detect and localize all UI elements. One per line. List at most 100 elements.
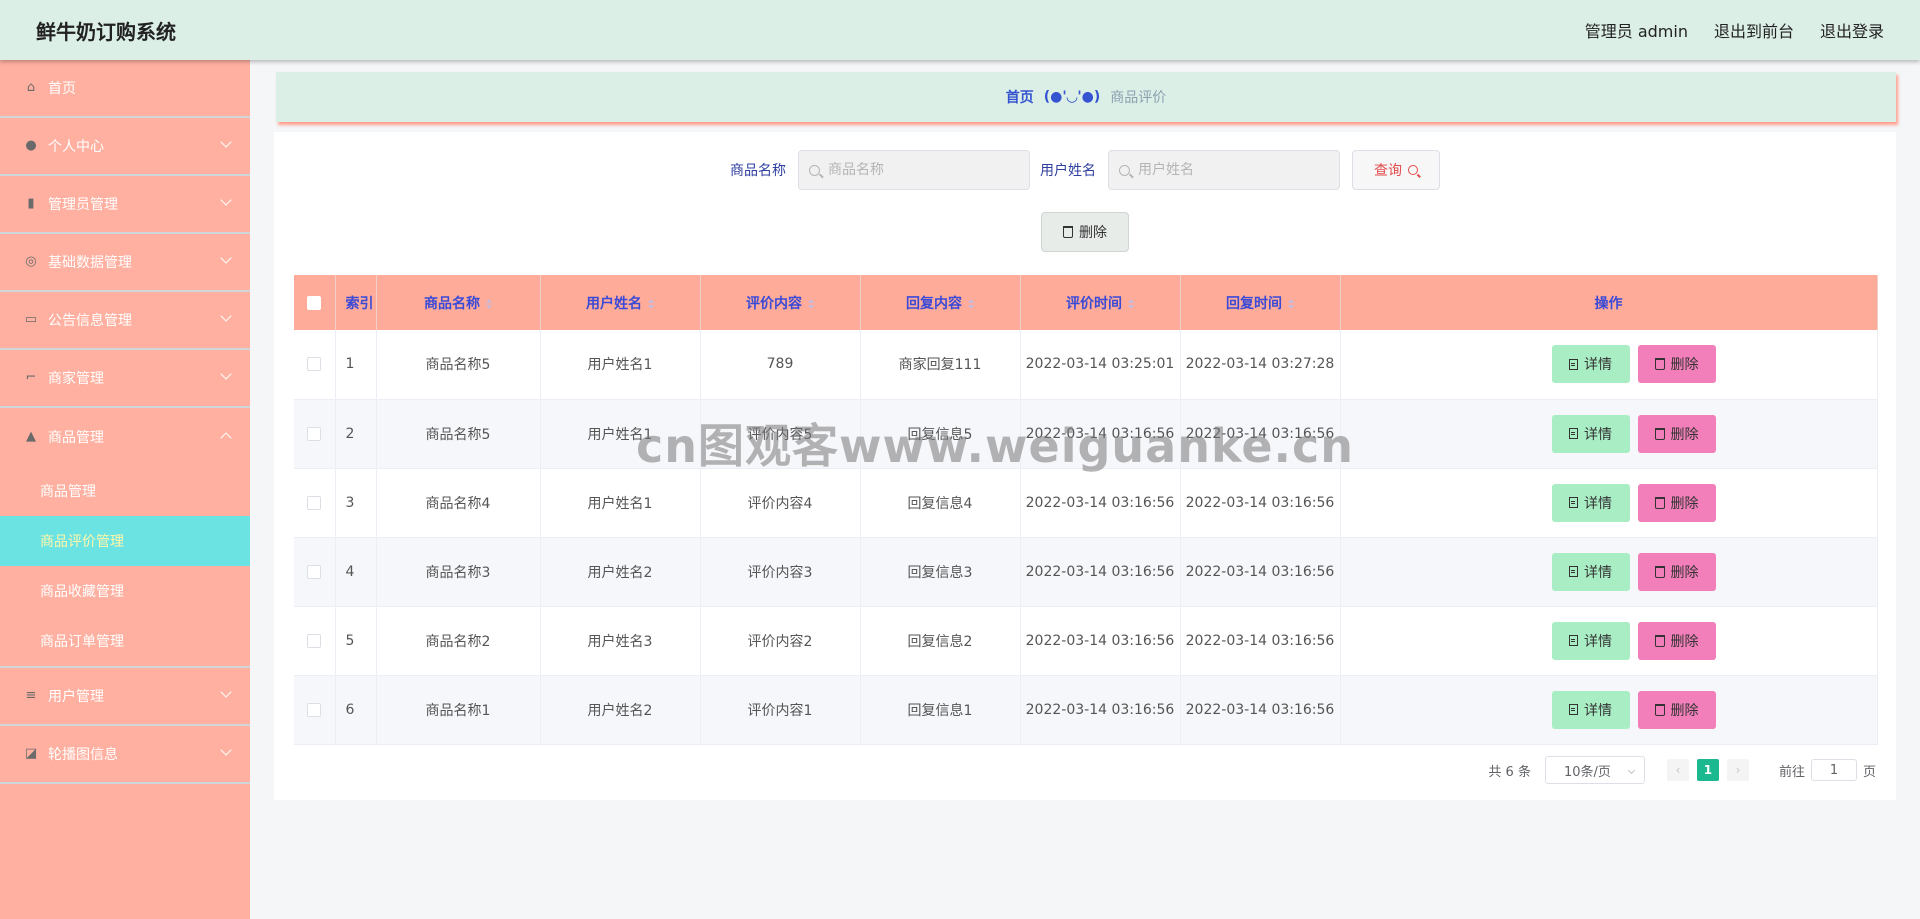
detail-button-label: 详情 [1584, 357, 1612, 374]
select-all-cell [294, 275, 336, 330]
row-select-cell [294, 468, 336, 538]
detail-button[interactable]: 详情 [1551, 690, 1630, 729]
next-page-button[interactable]: › [1726, 759, 1749, 781]
column-header-label: 回复时间 [1226, 295, 1282, 312]
column-header-reply-content[interactable]: 回复内容 [860, 275, 1021, 330]
cell-reply-content: 商家回复111 [860, 330, 1021, 400]
trash-icon [1654, 634, 1665, 647]
sidebar-item-home[interactable]: ⌂ 首页 [0, 60, 250, 118]
sidebar-item-merchants[interactable]: ⌐ 商家管理 [0, 350, 250, 408]
sort-icon[interactable] [486, 299, 492, 309]
goods-name-label: 商品名称 [730, 163, 786, 179]
query-button[interactable]: 查询 [1352, 150, 1440, 190]
cell-index: 2 [335, 399, 377, 469]
go-front-link[interactable]: 退出到前台 [1714, 18, 1794, 42]
row-checkbox[interactable] [307, 426, 322, 441]
row-actions: 详情 删除 [1341, 690, 1877, 729]
select-all-checkbox[interactable] [307, 295, 322, 310]
breadcrumb: 首页 (●'◡'●) 商品评价 [276, 72, 1896, 122]
cell-review-content: 评价内容1 [700, 675, 861, 745]
detail-button[interactable]: 详情 [1551, 345, 1630, 384]
table-row: 3 商品名称4 用户姓名1 评价内容4 回复信息4 2022-03-14 03:… [294, 468, 1878, 538]
table-row: 2 商品名称5 用户姓名1 评价内容5 回复信息5 2022-03-14 03:… [294, 399, 1878, 469]
trash-icon [1654, 496, 1665, 509]
detail-button[interactable]: 详情 [1551, 621, 1630, 660]
table-row: 1 商品名称5 用户姓名1 789 商家回复111 2022-03-14 03:… [294, 330, 1878, 400]
detail-button[interactable]: 详情 [1551, 483, 1630, 522]
sidebar-item-carousel[interactable]: ◪ 轮播图信息 [0, 726, 250, 784]
sidebar-item-profile[interactable]: ● 个人中心 [0, 118, 250, 176]
prev-page-button[interactable]: ‹ [1666, 759, 1689, 781]
top-header: 鲜牛奶订购系统 管理员 admin 退出到前台 退出登录 [0, 0, 1920, 60]
current-user-label: 管理员 admin [1584, 22, 1688, 41]
detail-button[interactable]: 详情 [1551, 552, 1630, 591]
sidebar-item-users[interactable]: ≡ 用户管理 [0, 668, 250, 726]
row-checkbox[interactable] [307, 564, 322, 579]
delete-button[interactable]: 删除 [1637, 552, 1716, 591]
chart-icon: ◪ [24, 746, 38, 761]
delete-button[interactable]: 删除 [1637, 345, 1716, 384]
column-header-label: 用户姓名 [586, 295, 642, 312]
sort-icon[interactable] [1128, 299, 1134, 309]
sidebar-subitem-goods-favorites[interactable]: 商品收藏管理 [0, 566, 250, 616]
cell-reply-content: 回复信息2 [860, 606, 1021, 676]
sidebar-item-label: 管理员管理 [48, 197, 118, 213]
cell-reply-content: 回复信息4 [860, 468, 1021, 538]
user-name-input[interactable] [1138, 162, 1328, 178]
goods-name-input[interactable] [828, 162, 1018, 178]
row-select-cell [294, 606, 336, 676]
sidebar-group-goods: ▲ 商品管理 商品管理 商品评价管理 商品收藏管理 商品订单管理 [0, 408, 250, 668]
row-checkbox[interactable] [307, 702, 322, 717]
page-size-select[interactable]: 10条/页 [1544, 756, 1645, 784]
page-number-button[interactable]: 1 [1696, 759, 1719, 781]
cell-review-time: 2022-03-14 03:16:56 [1020, 675, 1181, 745]
column-header-review-content[interactable]: 评价内容 [700, 275, 861, 330]
sidebar-item-notices[interactable]: ▭ 公告信息管理 [0, 292, 250, 350]
sort-icon[interactable] [648, 299, 654, 309]
row-checkbox[interactable] [307, 495, 322, 510]
sidebar-subitem-goods-orders[interactable]: 商品订单管理 [0, 616, 250, 666]
sidebar-item-goods[interactable]: ▲ 商品管理 [0, 408, 250, 466]
sidebar-subitem-goods[interactable]: 商品管理 [0, 466, 250, 516]
sidebar-item-basic-data[interactable]: ◎ 基础数据管理 [0, 234, 250, 292]
cell-actions: 详情 删除 [1340, 330, 1878, 400]
delete-button[interactable]: 删除 [1637, 483, 1716, 522]
column-header-label: 评价时间 [1066, 295, 1122, 312]
breadcrumb-home[interactable]: 首页 [1006, 87, 1034, 107]
page-size-value: 10条/页 [1563, 764, 1611, 780]
detail-button-label: 详情 [1584, 495, 1612, 512]
cell-review-content: 评价内容5 [700, 399, 861, 469]
delete-button[interactable]: 删除 [1637, 690, 1716, 729]
column-header-review-time[interactable]: 评价时间 [1020, 275, 1181, 330]
sidebar-subitem-goods-reviews[interactable]: 商品评价管理 [0, 516, 250, 566]
detail-button[interactable]: 详情 [1551, 414, 1630, 453]
logout-link[interactable]: 退出登录 [1820, 18, 1884, 42]
cell-review-content: 评价内容3 [700, 537, 861, 607]
trash-icon [1654, 358, 1665, 371]
total-count: 共 6 条 [1488, 764, 1531, 780]
column-header-goods-name[interactable]: 商品名称 [376, 275, 541, 330]
sidebar-item-admins[interactable]: ▮ 管理员管理 [0, 176, 250, 234]
delete-button[interactable]: 删除 [1637, 621, 1716, 660]
row-actions: 详情 删除 [1341, 414, 1877, 453]
sort-icon[interactable] [1288, 299, 1294, 309]
sort-icon[interactable] [808, 299, 814, 309]
row-checkbox[interactable] [307, 633, 322, 648]
sort-icon[interactable] [968, 299, 974, 309]
cell-actions: 详情 删除 [1340, 675, 1878, 745]
row-select-cell [294, 675, 336, 745]
goto-page-input[interactable] [1810, 759, 1857, 781]
cell-actions: 详情 删除 [1340, 537, 1878, 607]
delete-button[interactable]: 删除 [1637, 414, 1716, 453]
detail-button-label: 详情 [1584, 702, 1612, 719]
batch-delete-button[interactable]: 删除 [1041, 212, 1129, 252]
document-icon [1569, 635, 1578, 646]
document-icon [1569, 358, 1578, 370]
column-header-reply-time[interactable]: 回复时间 [1180, 275, 1341, 330]
chevron-down-icon [220, 136, 232, 148]
row-checkbox[interactable] [307, 357, 322, 372]
column-header-label: 评价内容 [746, 295, 802, 312]
cell-review-time: 2022-03-14 03:16:56 [1020, 399, 1181, 469]
column-header-user-name[interactable]: 用户姓名 [540, 275, 701, 330]
cell-reply-time: 2022-03-14 03:16:56 [1180, 399, 1341, 469]
